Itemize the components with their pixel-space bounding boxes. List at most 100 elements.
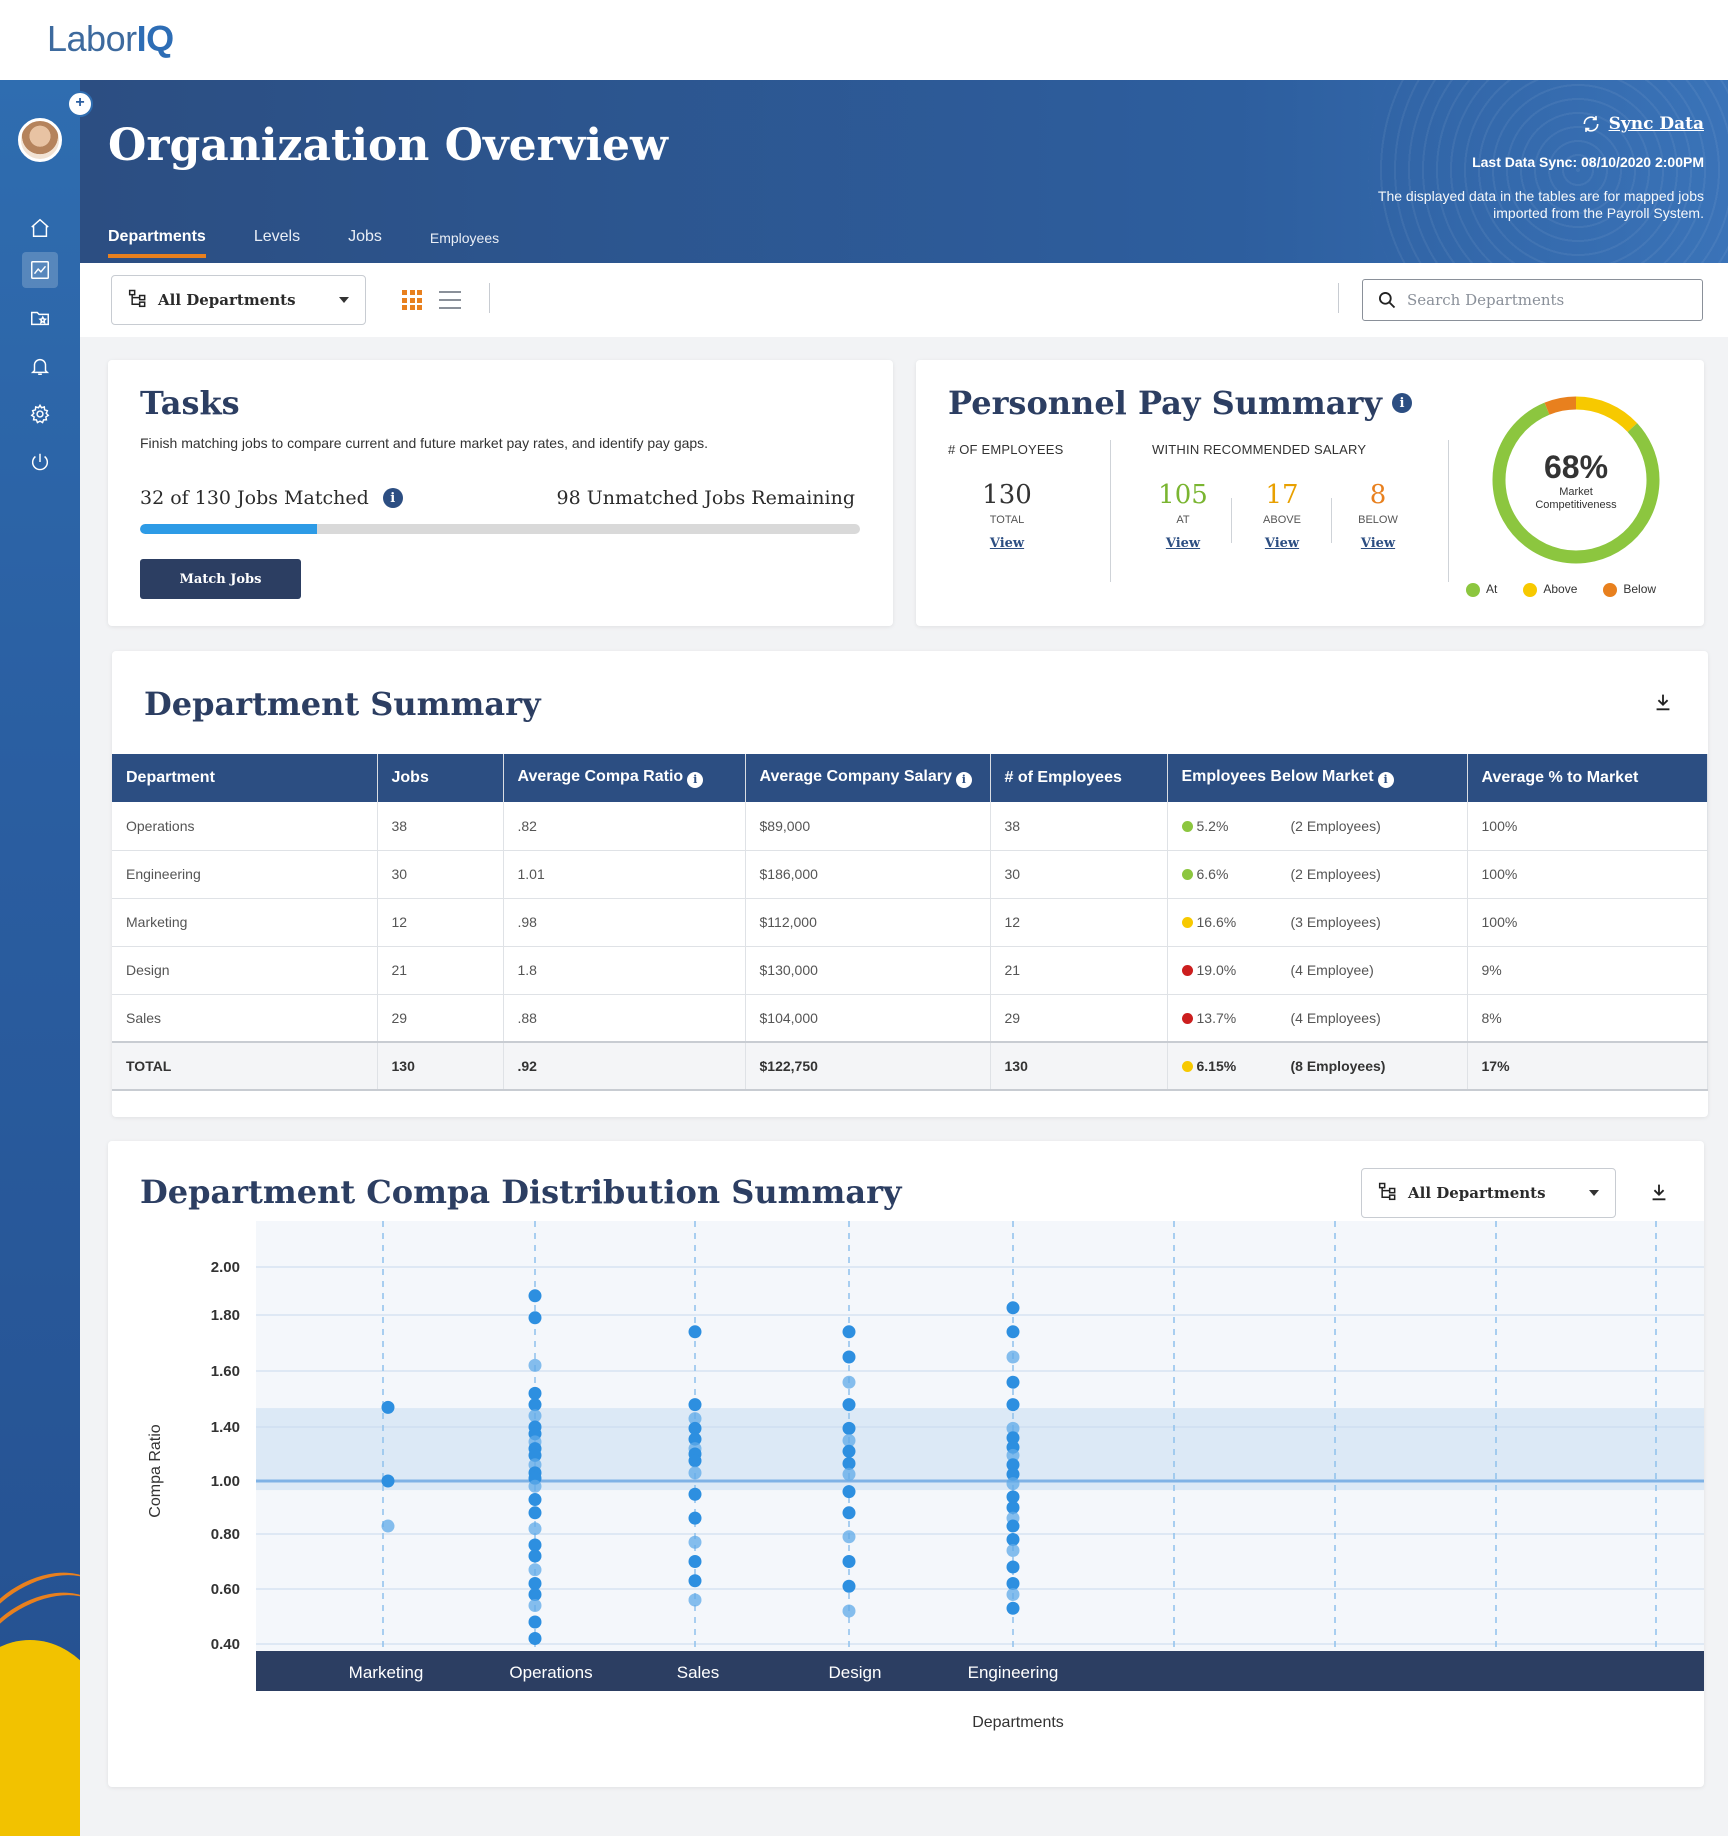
table-row[interactable]: Engineering 30 1.01 $186,000 30 6.6% (2 Employ… — [112, 850, 1708, 899]
x-tick-label: Sales — [677, 1663, 720, 1682]
pay-summary-title: Personnel Pay Summary i — [948, 384, 1412, 422]
column-header[interactable]: Employees Below Market i — [1167, 754, 1468, 802]
column-header[interactable]: Department — [112, 754, 378, 802]
data-point — [688, 1535, 702, 1549]
match-jobs-button[interactable]: Match Jobs — [140, 559, 301, 599]
y-tick-label: 0.60 — [211, 1581, 240, 1598]
table-cell: 9% — [1467, 946, 1708, 995]
column-header[interactable]: Average % to Market — [1467, 754, 1708, 802]
table-cell: 8% — [1467, 994, 1708, 1043]
data-point — [528, 1409, 542, 1423]
table-cell: Design — [112, 946, 378, 995]
table-cell: Engineering — [112, 850, 378, 899]
x-tick-label: Design — [829, 1663, 882, 1682]
data-point — [1006, 1398, 1020, 1412]
table-row[interactable]: Design 21 1.8 $130,000 21 19.0% (4 Employee) 9% — [112, 946, 1708, 995]
tab-departments[interactable]: Departments — [108, 228, 206, 258]
data-point — [528, 1549, 542, 1563]
table-cell: 100% — [1467, 898, 1708, 947]
y-tick-label: 1.80 — [211, 1307, 240, 1324]
home-icon[interactable] — [22, 210, 58, 246]
divider — [1331, 498, 1332, 543]
table-row[interactable]: Marketing 12.98 $112,000 12 16.6% (3 Employee… — [112, 898, 1708, 947]
tab-jobs[interactable]: Jobs — [348, 228, 382, 258]
table-cell: $122,750 — [745, 1041, 991, 1091]
donut-percent: 68% — [1543, 448, 1609, 485]
table-cell: 30 — [990, 850, 1168, 899]
tab-levels[interactable]: Levels — [254, 228, 300, 258]
sync-data-link[interactable]: Sync Data — [1581, 114, 1704, 134]
table-total-row[interactable]: TOTAL 130.92 $122,750 130 6.15% (8 Employees)… — [112, 1041, 1708, 1091]
info-icon[interactable]: i — [1377, 771, 1394, 788]
table-row[interactable]: Operations 38.82 $89,000 38 5.2% (2 Employees… — [112, 802, 1708, 851]
data-point — [381, 1400, 395, 1414]
table-cell: 5.2% (2 Employees) — [1167, 802, 1468, 851]
last-sync-text: Last Data Sync: 08/10/2020 2:00PM — [1472, 154, 1704, 170]
table-cell: 1.01 — [503, 850, 746, 899]
list-view-icon[interactable] — [439, 291, 461, 309]
column-header[interactable]: Average Company Salary i — [745, 754, 991, 802]
table-cell: Operations — [112, 802, 378, 851]
avatar[interactable] — [18, 118, 62, 162]
column-header[interactable]: Average Compa Ratio i — [503, 754, 746, 802]
bell-icon[interactable] — [22, 348, 58, 384]
download-icon[interactable] — [1652, 691, 1674, 713]
data-point — [1006, 1325, 1020, 1339]
legend-item-below: Below — [1603, 582, 1656, 597]
data-point — [688, 1454, 702, 1468]
view-total-link[interactable]: View — [967, 536, 1047, 551]
tab-employees[interactable]: Employees — [430, 228, 499, 258]
power-icon[interactable] — [22, 444, 58, 480]
data-point — [528, 1493, 542, 1507]
view-at-link[interactable]: View — [1143, 536, 1223, 551]
table-cell: 21 — [990, 946, 1168, 995]
market-competitiveness-donut: 68% Market Competitiveness — [1486, 390, 1666, 570]
divider — [1338, 283, 1339, 313]
info-icon[interactable]: i — [955, 771, 972, 788]
view-below-link[interactable]: View — [1338, 536, 1418, 551]
data-point — [528, 1506, 542, 1520]
table-cell: 19.0% (4 Employee) — [1167, 946, 1468, 995]
info-icon[interactable]: i — [1391, 393, 1412, 413]
view-above-link[interactable]: View — [1242, 536, 1322, 551]
status-dot — [1181, 1061, 1193, 1072]
table-row[interactable]: Sales 29.88 $104,000 29 13.7% (4 Employees) 8% — [112, 994, 1708, 1043]
folder-star-icon[interactable] — [22, 300, 58, 336]
column-header[interactable]: # of Employees — [990, 754, 1168, 802]
logo[interactable]: LaborIQ — [47, 18, 174, 60]
y-tick-label: 2.00 — [211, 1259, 240, 1276]
table-cell: .82 — [503, 802, 746, 851]
search-input[interactable] — [1407, 291, 1687, 309]
info-icon[interactable]: i — [382, 488, 403, 508]
stat-total: 130 TOTAL View — [967, 480, 1047, 551]
top-bar: LaborIQ — [0, 0, 1728, 80]
data-point — [381, 1474, 395, 1488]
compa-department-select[interactable]: All Departments — [1361, 1168, 1616, 1218]
data-point — [842, 1421, 856, 1435]
data-point — [381, 1519, 395, 1533]
status-dot — [1181, 1012, 1193, 1024]
status-dot — [1181, 917, 1193, 928]
status-dot — [1181, 965, 1193, 976]
info-icon[interactable]: i — [687, 771, 704, 788]
decorative-rings — [1368, 80, 1728, 263]
department-select[interactable]: All Departments — [111, 275, 366, 325]
search-field[interactable] — [1362, 279, 1703, 321]
table-cell: 12 — [990, 898, 1168, 947]
gear-icon[interactable] — [22, 396, 58, 432]
grid-view-icon[interactable] — [402, 290, 422, 310]
header-note: The displayed data in the tables are for… — [1377, 188, 1704, 221]
table-cell: Sales — [112, 994, 378, 1043]
column-header[interactable]: Jobs — [377, 754, 504, 802]
download-icon[interactable] — [1648, 1181, 1670, 1203]
chart-icon[interactable] — [22, 252, 58, 288]
y-tick-label: 1.40 — [211, 1419, 240, 1436]
divider — [1110, 440, 1111, 582]
department-summary-title: Department Summary — [144, 685, 541, 723]
data-point — [528, 1599, 542, 1612]
table-cell: $89,000 — [745, 802, 991, 851]
expand-sidebar-button[interactable]: + — [67, 91, 93, 117]
jobs-progress-bar — [140, 524, 860, 534]
table-cell: 21 — [377, 946, 504, 995]
y-tick-label: 0.40 — [211, 1636, 240, 1653]
